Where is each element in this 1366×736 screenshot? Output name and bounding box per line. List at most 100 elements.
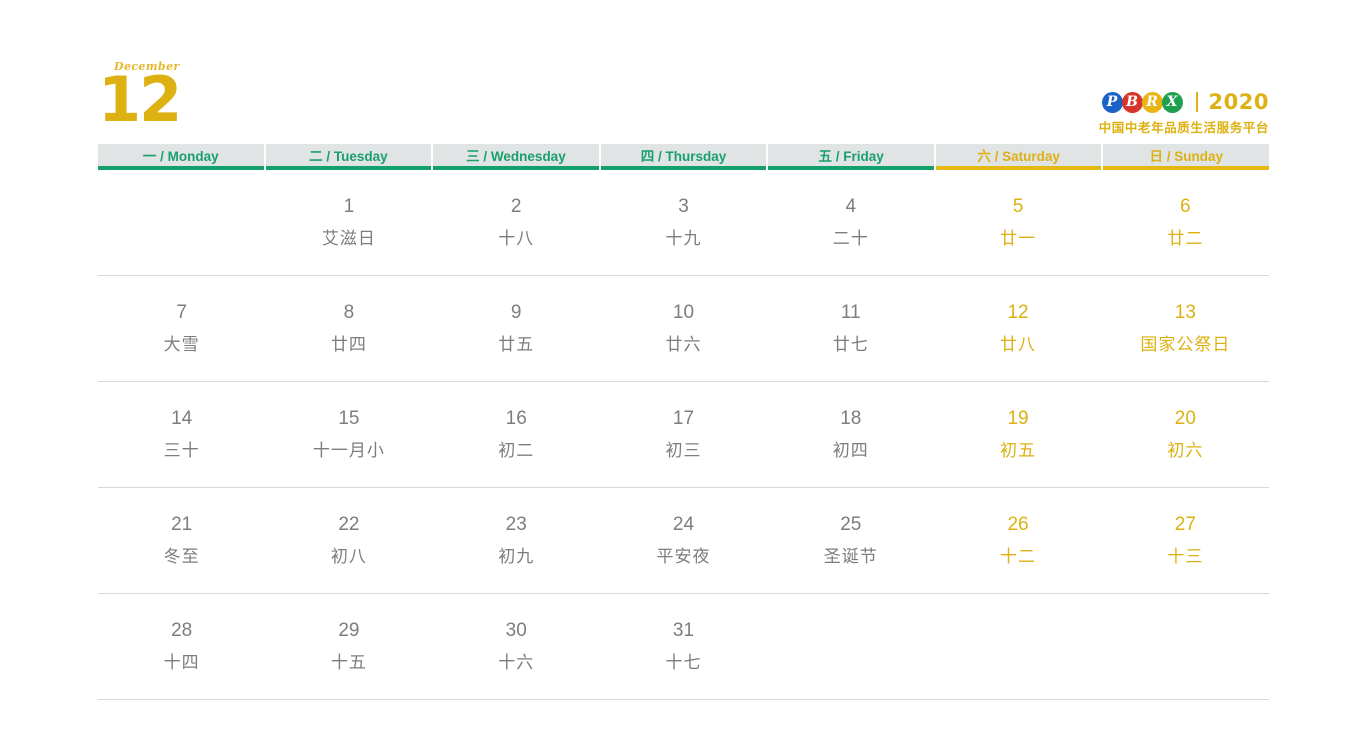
calendar-day-lunar-label: 冬至 [163, 547, 200, 566]
calendar-day-cell[interactable]: 5 廿一 [934, 170, 1101, 275]
calendar-day-number: 30 [505, 620, 527, 641]
weekday-header-cell[interactable]: 二 / Tuesday [265, 144, 434, 170]
calendar-day-lunar-label: 初五 [1000, 441, 1037, 460]
calendar-day-number: 15 [338, 408, 360, 429]
calendar-day-cell[interactable]: 28 十四 [98, 594, 265, 699]
calendar-week-row: 28 十四 29 十五 30 十六 31 十七 [98, 594, 1269, 700]
calendar-day-cell[interactable]: 30 十六 [433, 594, 600, 699]
calendar-day-cell[interactable]: 6 廿二 [1102, 170, 1269, 275]
calendar-day-number: 25 [840, 514, 862, 535]
weekday-header-cell[interactable]: 五 / Friday [768, 144, 936, 170]
calendar-page: December 12 PBRX 2020 中国中老年品质生活服务平台 一 / … [0, 0, 1366, 736]
calendar-day-cell[interactable]: 4 二十 [767, 170, 934, 275]
brand-logo-icon: PBRX [1101, 91, 1183, 113]
brand-logo-letter-p-icon: P [1101, 91, 1123, 113]
calendar-day-lunar-label: 初六 [1167, 441, 1204, 460]
calendar-day-cell[interactable]: 18 初四 [767, 382, 934, 487]
calendar-day-cell-empty [98, 170, 265, 275]
calendar-day-cell[interactable]: 8 廿四 [265, 276, 432, 381]
calendar-day-number: 21 [171, 514, 193, 535]
weekday-header-cell[interactable]: 六 / Saturday [935, 144, 1104, 170]
calendar-day-cell[interactable]: 11 廿七 [767, 276, 934, 381]
calendar-day-cell[interactable]: 13 国家公祭日 [1102, 276, 1269, 381]
calendar-day-lunar-label: 三十 [163, 441, 200, 460]
brand-subtitle-label: 中国中老年品质生活服务平台 [1098, 121, 1269, 135]
calendar-day-cell[interactable]: 15 十一月小 [265, 382, 432, 487]
calendar-day-number: 10 [672, 302, 695, 323]
weekday-header-cell[interactable]: 三 / Wednesday [433, 144, 601, 170]
calendar-day-lunar-label: 廿二 [1167, 229, 1204, 248]
calendar-day-number: 22 [338, 514, 360, 535]
calendar-week-row: 14 三十 15 十一月小 16 初二 17 初三 18 初四 19 初五 20 初六 [98, 382, 1269, 488]
calendar-day-lunar-label: 平安夜 [656, 547, 711, 566]
brand-logo-letter-x-icon: X [1161, 91, 1183, 113]
calendar-day-number: 11 [840, 302, 861, 323]
brand-logo-row: PBRX 2020 [1099, 90, 1269, 114]
calendar-day-cell-empty [767, 594, 934, 699]
weekday-header-label: 三 / Wednesday [466, 149, 566, 164]
weekday-header-cell[interactable]: 一 / Monday [98, 144, 266, 170]
calendar-day-cell[interactable]: 24 平安夜 [600, 488, 767, 593]
calendar-day-cell[interactable]: 10 廿六 [600, 276, 767, 381]
calendar-day-lunar-label: 廿八 [1000, 335, 1037, 354]
calendar-day-number: 31 [672, 620, 695, 641]
calendar-day-cell[interactable]: 20 初六 [1102, 382, 1269, 487]
calendar-grid: 一 / Monday 二 / Tuesday 三 / Wednesday 四 / Th… [98, 144, 1270, 700]
calendar-day-lunar-label: 十五 [330, 653, 367, 672]
calendar-day-number: 3 [678, 196, 689, 217]
calendar-day-number: 18 [840, 408, 862, 429]
calendar-day-cell[interactable]: 17 初三 [600, 382, 767, 487]
weekday-header-cell[interactable]: 四 / Thursday [600, 144, 769, 170]
calendar-day-cell[interactable]: 19 初五 [934, 382, 1101, 487]
calendar-day-cell[interactable]: 26 十二 [934, 488, 1101, 593]
calendar-day-cell[interactable]: 16 初二 [433, 382, 600, 487]
calendar-day-cell[interactable]: 7 大雪 [98, 276, 265, 381]
calendar-day-cell[interactable]: 23 初九 [433, 488, 600, 593]
calendar-day-cell-empty [1102, 594, 1269, 699]
calendar-day-cell[interactable]: 9 廿五 [433, 276, 600, 381]
calendar-day-cell[interactable]: 2 十八 [433, 170, 600, 275]
calendar-day-number: 19 [1007, 408, 1029, 429]
calendar-day-cell[interactable]: 14 三十 [98, 382, 265, 487]
calendar-day-lunar-label: 国家公祭日 [1140, 335, 1231, 354]
calendar-day-number: 26 [1007, 514, 1029, 535]
calendar-day-number: 29 [338, 620, 360, 641]
weekday-header-cell[interactable]: 日 / Sunday [1103, 144, 1270, 170]
calendar-day-cell[interactable]: 1 艾滋日 [265, 170, 432, 275]
weekday-header-label: 六 / Saturday [977, 149, 1060, 164]
calendar-day-cell[interactable]: 3 十九 [600, 170, 767, 275]
calendar-day-lunar-label: 十四 [163, 653, 200, 672]
calendar-day-cell[interactable]: 25 圣诞节 [767, 488, 934, 593]
calendar-week-row: 21 冬至 22 初八 23 初九 24 平安夜 25 圣诞节 26 十二 27 十三 [98, 488, 1269, 594]
calendar-day-number: 16 [505, 408, 527, 429]
calendar-day-number: 2 [510, 196, 522, 217]
brand-block: PBRX 2020 中国中老年品质生活服务平台 [1099, 90, 1269, 136]
calendar-day-lunar-label: 初二 [498, 441, 535, 460]
calendar-day-number: 14 [171, 408, 193, 429]
brand-logo-letter-b-icon: B [1121, 91, 1143, 113]
calendar-day-lunar-label: 十六 [498, 653, 535, 672]
calendar-day-lunar-label: 十二 [1000, 547, 1037, 566]
weekday-header-label: 四 / Thursday [640, 149, 727, 164]
month-block: December 12 [98, 60, 182, 131]
calendar-day-lunar-label: 十一月小 [312, 441, 385, 460]
calendar-day-lunar-label: 圣诞节 [823, 547, 878, 566]
calendar-day-number: 5 [1012, 196, 1024, 217]
calendar-day-cell[interactable]: 27 十三 [1102, 488, 1269, 593]
weekday-header-label: 二 / Tuesday [309, 149, 388, 164]
calendar-day-lunar-label: 初三 [665, 441, 702, 460]
weekday-header-label: 五 / Friday [818, 149, 884, 164]
calendar-day-lunar-label: 初九 [498, 547, 535, 566]
calendar-header: December 12 PBRX 2020 中国中老年品质生活服务平台 [98, 60, 1269, 142]
calendar-day-cell[interactable]: 29 十五 [265, 594, 432, 699]
calendar-day-number: 6 [1180, 196, 1191, 217]
calendar-day-number: 1 [343, 196, 355, 217]
calendar-day-number: 13 [1174, 302, 1196, 323]
calendar-day-cell[interactable]: 21 冬至 [98, 488, 265, 593]
brand-divider [1195, 92, 1198, 112]
calendar-day-lunar-label: 大雪 [163, 335, 200, 354]
calendar-day-cell[interactable]: 12 廿八 [934, 276, 1101, 381]
calendar-day-cell[interactable]: 22 初八 [265, 488, 432, 593]
calendar-day-lunar-label: 廿一 [1000, 229, 1037, 248]
calendar-day-cell[interactable]: 31 十七 [600, 594, 767, 699]
